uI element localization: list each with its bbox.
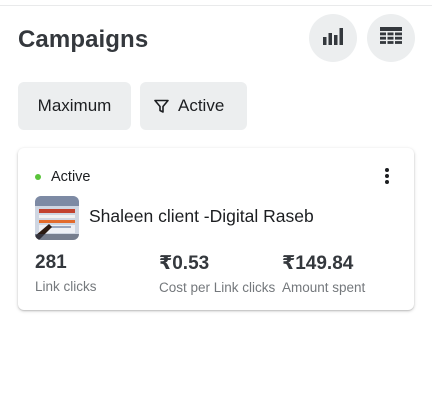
campaign-card[interactable]: Active Shaleen client -Digital Raseb 281… xyxy=(18,148,414,310)
campaign-thumbnail xyxy=(35,196,79,240)
maximum-filter-chip[interactable]: Maximum xyxy=(18,82,131,130)
more-options-button[interactable] xyxy=(378,166,396,190)
top-divider xyxy=(0,5,432,6)
filter-icon xyxy=(154,99,169,114)
metric-label: Cost per Link clicks xyxy=(159,280,276,295)
bar-chart-icon xyxy=(322,26,344,51)
maximum-filter-label: Maximum xyxy=(37,96,112,115)
active-filter-label: Active xyxy=(178,96,225,115)
table-view-button[interactable] xyxy=(367,14,415,62)
page-title: Campaigns xyxy=(18,26,149,53)
status-dot xyxy=(35,174,41,180)
active-filter-chip[interactable]: Active xyxy=(140,82,247,130)
metric-link-clicks: 281 Link clicks xyxy=(35,252,97,294)
metric-value: 281 xyxy=(35,252,67,273)
metric-value: ₹0.53 xyxy=(159,253,210,274)
more-vertical-icon xyxy=(384,167,390,190)
status-badge: Active xyxy=(35,169,91,185)
metric-label: Amount spent xyxy=(282,280,366,295)
metric-value: ₹149.84 xyxy=(282,253,354,274)
chart-view-button[interactable] xyxy=(309,14,357,62)
status-label: Active xyxy=(51,169,91,185)
page-header: Campaigns xyxy=(18,14,415,64)
metric-cost-per-link-click: ₹0.53 Cost per Link clicks xyxy=(159,252,275,295)
table-icon xyxy=(380,26,402,50)
metric-amount-spent: ₹149.84 Amount spent xyxy=(282,252,365,295)
campaign-name[interactable]: Shaleen client -Digital Raseb xyxy=(89,206,314,227)
metric-label: Link clicks xyxy=(35,279,97,294)
